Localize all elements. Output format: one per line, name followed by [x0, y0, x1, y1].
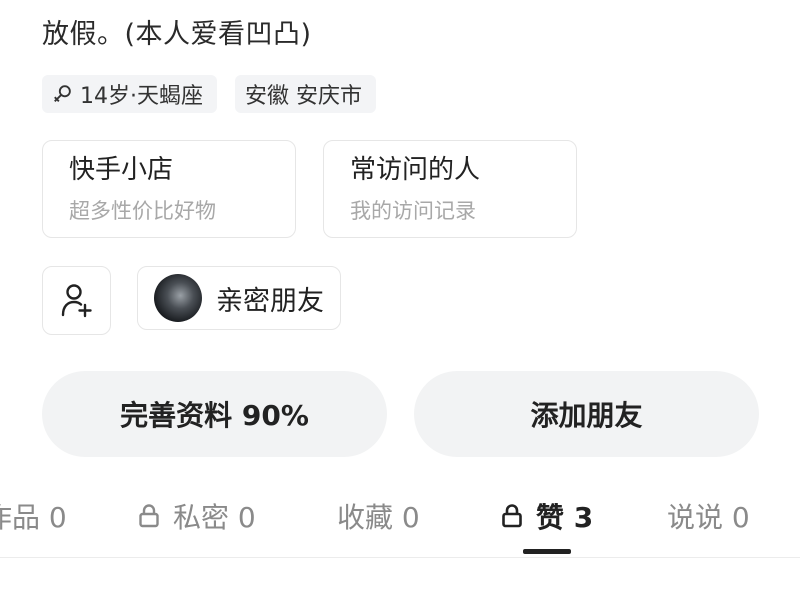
- shop-card[interactable]: 快手小店 超多性价比好物: [42, 140, 296, 238]
- lock-icon: [139, 504, 159, 528]
- feature-cards: 快手小店 超多性价比好物 常访问的人 我的访问记录: [42, 140, 577, 238]
- location-tag: 安徽 安庆市: [235, 75, 376, 113]
- age-zodiac-tag: 14岁·天蝎座: [42, 75, 217, 113]
- add-person-icon: [61, 283, 92, 317]
- tab-posts-label: 说说 0: [667, 501, 750, 534]
- visitors-card-title: 常访问的人: [350, 155, 481, 185]
- friends-row: 亲密朋友: [42, 266, 341, 335]
- profile-bio: 放假。(本人爱看凹凸): [42, 19, 312, 50]
- visitors-card[interactable]: 常访问的人 我的访问记录: [323, 140, 577, 238]
- tab-likes[interactable]: 赞 3: [500, 496, 593, 536]
- lock-icon: [502, 504, 522, 528]
- add-friend-button[interactable]: 添加朋友: [414, 371, 759, 457]
- friend-avatar: [154, 274, 202, 322]
- close-friends-label: 亲密朋友: [216, 285, 324, 317]
- tab-posts[interactable]: 说说 0: [667, 496, 750, 536]
- active-tab-indicator: [523, 549, 571, 554]
- tab-likes-label: 赞 3: [536, 501, 594, 534]
- tab-private[interactable]: 私密 0: [137, 496, 256, 536]
- shop-card-title: 快手小店: [69, 155, 174, 185]
- tab-private-label: 私密 0: [173, 501, 256, 534]
- visitors-card-subtitle: 我的访问记录: [350, 199, 476, 223]
- age-zodiac-label: 14岁·天蝎座: [80, 84, 203, 109]
- tab-works[interactable]: 作品 0: [0, 496, 67, 536]
- close-friends-button[interactable]: 亲密朋友: [137, 266, 341, 330]
- female-gender-icon: [54, 85, 71, 102]
- shop-card-subtitle: 超多性价比好物: [69, 199, 216, 223]
- profile-tags: 14岁·天蝎座 安徽 安庆市: [42, 75, 376, 113]
- add-contact-button[interactable]: [42, 266, 111, 335]
- profile-tabs: 作品 0 私密 0 收藏 0 赞 3 说说 0: [0, 490, 800, 558]
- tab-favorites[interactable]: 收藏 0: [337, 496, 420, 536]
- location-label: 安徽 安庆市: [245, 84, 362, 109]
- tab-favorites-label: 收藏 0: [337, 501, 420, 534]
- profile-actions: 完善资料 90% 添加朋友: [42, 371, 759, 457]
- complete-profile-button[interactable]: 完善资料 90%: [42, 371, 387, 457]
- tab-works-label: 作品 0: [0, 501, 67, 534]
